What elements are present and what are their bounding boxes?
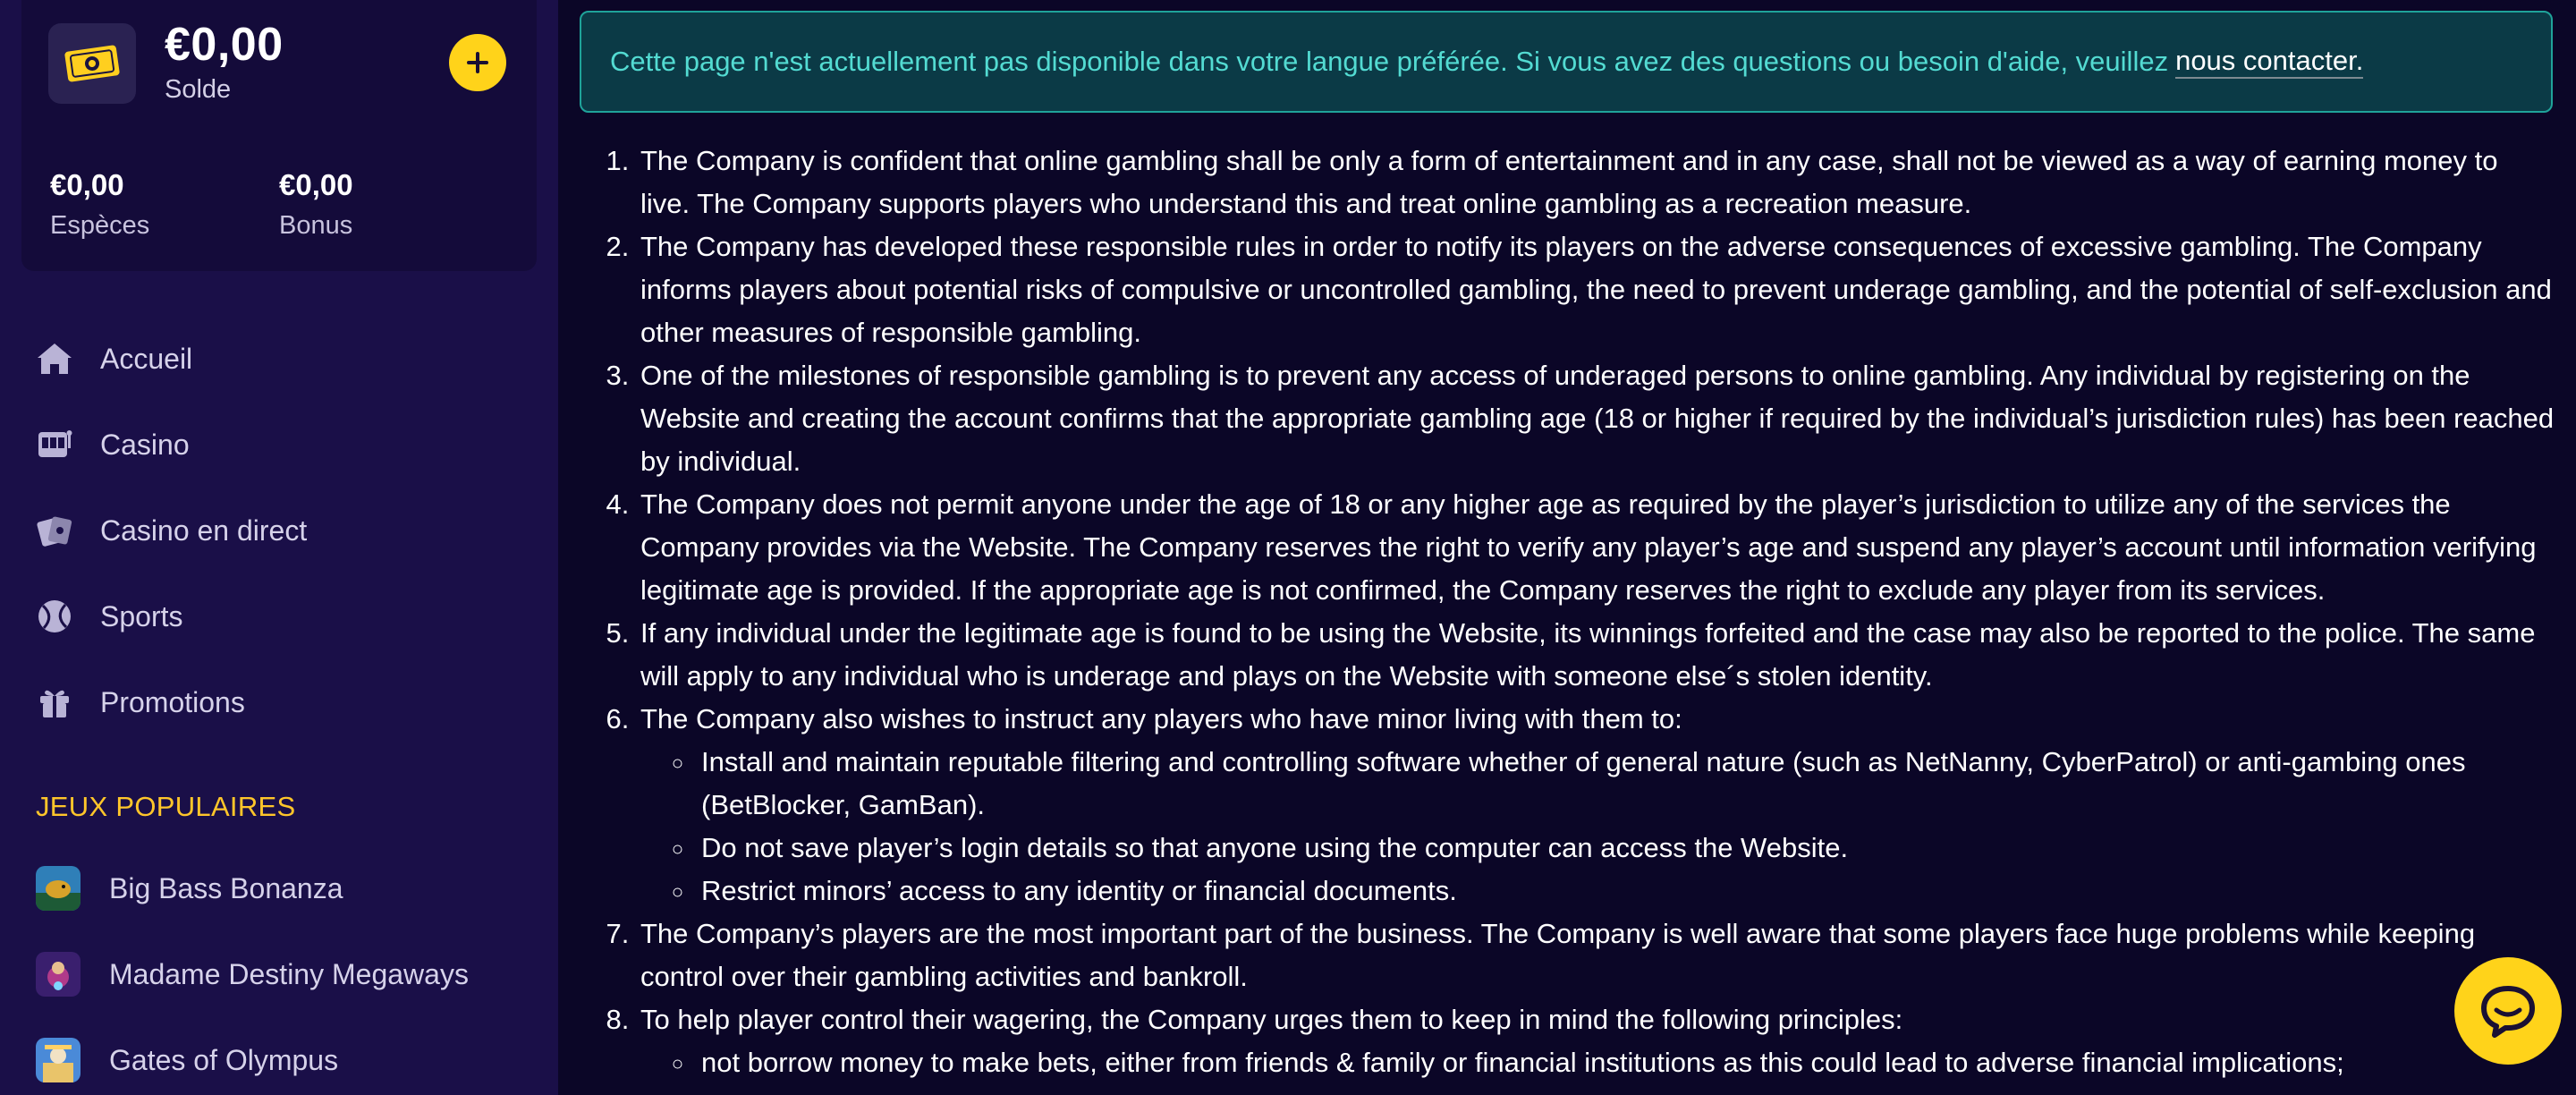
balance-amount: €0,00 [165,19,284,71]
bonus-amount: €0,00 [279,168,353,201]
nav-label: Accueil [100,342,193,375]
wallet-icon [48,23,136,104]
nav-label: Casino en direct [100,514,308,547]
sidebar: €0,00 Solde €0,00 Espèces €0,00 Bonus Ac… [0,0,558,1095]
game-thumbnail [36,952,80,997]
game-label: Madame Destiny Megaways [109,957,469,990]
cards-icon [36,512,73,549]
nav-item-sports[interactable]: Sports [36,590,182,643]
rule-item: The Company does not permit anyone under… [637,483,2555,612]
game-item-gates-of-olympus[interactable]: Gates of Olympus [36,1033,338,1087]
contact-link[interactable]: nous contacter. [2175,45,2364,79]
cash-amount: €0,00 [50,168,124,201]
rule-item: The Company’s players are the most impor… [637,912,2555,998]
game-thumbnail [36,866,80,911]
notice-text: Cette page n'est actuellement pas dispon… [610,46,2169,77]
gift-icon [36,683,73,721]
rule-sublist: Install and maintain reputable filtering… [640,741,2555,912]
balance-label: Solde [165,75,232,104]
game-label: Gates of Olympus [109,1043,339,1076]
rule-item: If any individual under the legitimate a… [637,612,2555,698]
home-icon [36,340,73,378]
nav-item-casino[interactable]: Casino [36,418,190,471]
nav-label: Sports [100,599,183,632]
rules-list: The Company is confident that online gam… [605,140,2555,1084]
rule-sublist: not borrow money to make bets, either fr… [640,1041,2555,1084]
cash-balance: €0,00 Espèces [50,168,149,241]
rule-text: To help player control their wagering, t… [640,1004,1903,1035]
deposit-button[interactable] [449,34,506,91]
game-item-big-bass-bonanza[interactable]: Big Bass Bonanza [36,862,343,915]
sub-rule-item: Restrict minors’ access to any identity … [696,870,2555,912]
language-notice: Cette page n'est actuellement pas dispon… [580,11,2553,113]
game-label: Big Bass Bonanza [109,871,343,904]
cash-label: Espèces [50,211,150,240]
game-item-madame-destiny-megaways[interactable]: Madame Destiny Megaways [36,947,469,1001]
sub-rule-item: Install and maintain reputable filtering… [696,741,2555,827]
rule-item: The Company also wishes to instruct any … [637,698,2555,912]
nav-label: Promotions [100,685,245,718]
responsible-gambling-rules: The Company is confident that online gam… [605,140,2555,1084]
rule-item: One of the milestones of responsible gam… [637,354,2555,483]
live-chat-button[interactable] [2454,957,2562,1065]
wallet-card: €0,00 Solde €0,00 Espèces €0,00 Bonus [21,0,537,271]
rule-item: The Company is confident that online gam… [637,140,2555,225]
nav-item-casino-en-direct[interactable]: Casino en direct [36,504,307,557]
sub-rule-item: not borrow money to make bets, either fr… [696,1041,2555,1084]
popular-games-title: JEUX POPULAIRES [36,791,296,822]
sub-rule-item: Do not save player’s login details so th… [696,827,2555,870]
tennis-ball-icon [36,598,73,635]
rule-item: To help player control their wagering, t… [637,998,2555,1084]
bonus-balance: €0,00 Bonus [279,168,353,241]
plus-icon [467,52,488,73]
chat-bubble-icon [2481,986,2535,1038]
nav-item-accueil[interactable]: Accueil [36,332,192,386]
nav-item-promotions[interactable]: Promotions [36,675,245,729]
nav-label: Casino [100,428,190,461]
bonus-label: Bonus [279,211,353,240]
rule-item: The Company has developed these responsi… [637,225,2555,354]
slot-machine-icon [36,426,73,463]
rule-text: The Company also wishes to instruct any … [640,703,1682,734]
game-thumbnail [36,1038,80,1082]
